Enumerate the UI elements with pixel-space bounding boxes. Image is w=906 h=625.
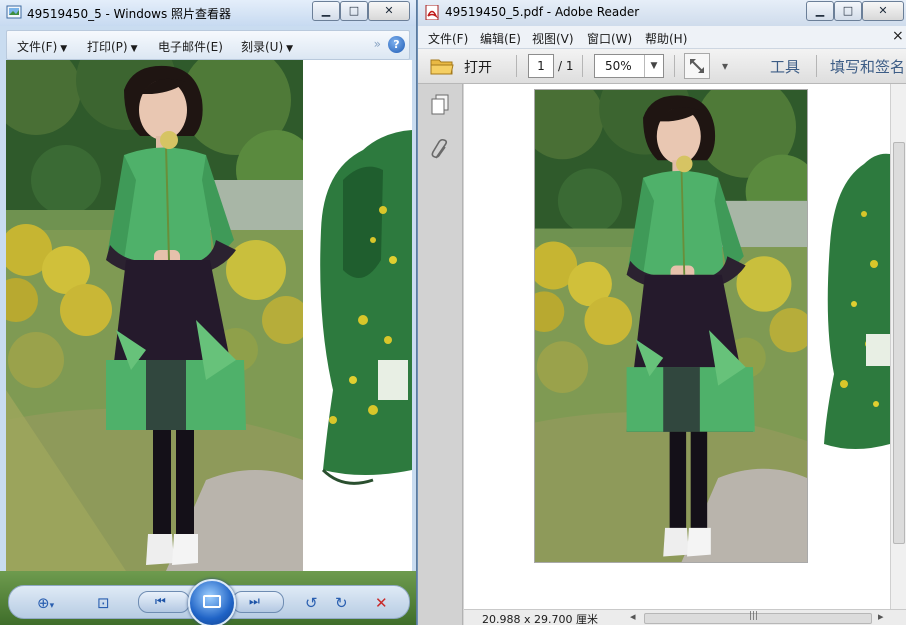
- menu-email[interactable]: 电子邮件(E): [158, 38, 223, 55]
- chevron-down-icon: ▼: [60, 44, 68, 54]
- scroll-right-icon[interactable]: ▸: [878, 610, 884, 623]
- menu-burn[interactable]: 刻录(U) ▼: [241, 38, 293, 55]
- reader-menu-view[interactable]: 视图(V): [532, 30, 574, 47]
- reader-close-button[interactable]: ✕: [862, 1, 904, 21]
- zoom-glyph: ⊕: [37, 594, 50, 612]
- reader-maximize-button[interactable]: □: [834, 1, 862, 21]
- document-view: [464, 84, 890, 609]
- zoom-select[interactable]: 50% ▼: [594, 54, 664, 78]
- open-button[interactable]: 打开: [464, 57, 492, 77]
- chevron-down-icon: ▾: [49, 601, 55, 611]
- photo-viewer-window: 49519450_5 - Windows 照片查看器 ▁ □ ✕ 文件(F) ▼ …: [0, 0, 417, 625]
- toolbar-divider: [816, 55, 817, 77]
- photo-viewer-titlebar[interactable]: 49519450_5 - Windows 照片查看器 ▁ □ ✕: [0, 0, 416, 26]
- maximize-button[interactable]: □: [340, 1, 368, 21]
- chevron-down-icon: ▼: [286, 44, 294, 54]
- menu-print[interactable]: 打印(P) ▼: [87, 38, 138, 55]
- reader-minimize-button[interactable]: ▁: [806, 1, 834, 21]
- previous-button[interactable]: ⏮: [138, 591, 190, 613]
- pdf-page-photo: [534, 89, 808, 563]
- rotate-counterclockwise-icon[interactable]: ↺: [305, 595, 318, 611]
- zoom-value: 50%: [605, 59, 632, 73]
- reader-toolbar: 打开 1 / 1 50% ▼ ▾ 工具 填写和签名: [418, 49, 906, 84]
- vertical-scrollbar[interactable]: [890, 84, 906, 609]
- minimize-button[interactable]: ▁: [312, 1, 340, 21]
- overflow-icon[interactable]: »: [374, 37, 381, 51]
- menu-print-label: 打印(P): [87, 40, 128, 54]
- close-button[interactable]: ✕: [368, 1, 410, 21]
- toolbar-divider: [674, 55, 675, 77]
- chevron-down-icon: ▼: [644, 55, 663, 77]
- reader-menubar: 文件(F) 编辑(E) 视图(V) 窗口(W) 帮助(H) ×: [418, 26, 906, 49]
- photo-viewer-app-icon: [6, 5, 22, 20]
- status-bar: 20.988 x 29.700 厘米 ◂ ||| ▸: [464, 609, 906, 625]
- page-size-label: 20.988 x 29.700 厘米: [482, 613, 598, 625]
- toolbar-divider: [516, 55, 517, 77]
- scroll-grip-icon: |||: [749, 611, 759, 621]
- scroll-left-icon[interactable]: ◂: [630, 610, 636, 623]
- adobe-reader-window: 49519450_5.pdf - Adobe Reader ▁ □ ✕ 文件(F…: [418, 0, 906, 625]
- next-button[interactable]: ⏭: [232, 591, 284, 613]
- vertical-scroll-thumb[interactable]: [893, 142, 905, 544]
- document-close-icon[interactable]: ×: [892, 28, 904, 44]
- next-icon: ⏭: [249, 594, 260, 608]
- horizontal-scroll-thumb[interactable]: |||: [644, 611, 872, 624]
- reader-menu-edit[interactable]: 编辑(E): [480, 30, 521, 47]
- painting-fragment: [814, 144, 890, 474]
- help-icon[interactable]: ?: [388, 36, 405, 53]
- more-tools-icon[interactable]: ▾: [722, 59, 728, 73]
- reader-menu-window[interactable]: 窗口(W): [587, 30, 632, 47]
- reader-titlebar[interactable]: 49519450_5.pdf - Adobe Reader ▁ □ ✕: [418, 0, 906, 26]
- photo-viewer-title: 49519450_5 - Windows 照片查看器: [27, 7, 232, 21]
- menu-burn-label: 刻录(U): [241, 40, 284, 54]
- painting-fragment: [303, 60, 412, 571]
- slideshow-button[interactable]: [188, 579, 236, 625]
- reader-title: 49519450_5.pdf - Adobe Reader: [445, 5, 640, 19]
- open-folder-icon[interactable]: [430, 57, 454, 75]
- chevron-down-icon: ▼: [130, 44, 138, 54]
- page-number-input[interactable]: 1: [528, 54, 554, 78]
- toolbar-divider: [582, 55, 583, 77]
- pages-panel-icon[interactable]: [430, 94, 450, 116]
- photo-display-area: [6, 60, 412, 571]
- rotate-clockwise-icon[interactable]: ↻: [335, 595, 348, 611]
- menu-file[interactable]: 文件(F) ▼: [17, 38, 67, 55]
- menu-file-label: 文件(F): [17, 40, 58, 54]
- tools-pane-button[interactable]: 工具: [770, 56, 800, 77]
- pdf-app-icon: [424, 5, 440, 20]
- fit-window-icon[interactable]: ⊡: [97, 595, 110, 611]
- reader-menu-help[interactable]: 帮助(H): [645, 30, 687, 47]
- photo-viewer-command-bar: 文件(F) ▼ 打印(P) ▼ 电子邮件(E) 刻录(U) ▼ » ?: [6, 30, 410, 60]
- navigation-pane: [418, 84, 463, 625]
- slideshow-icon: [203, 595, 221, 608]
- delete-icon[interactable]: ✕: [375, 595, 388, 611]
- photo-woman-garden: [6, 60, 303, 571]
- fullscreen-icon[interactable]: [684, 53, 710, 79]
- page-total: / 1: [558, 59, 574, 73]
- reader-menu-file[interactable]: 文件(F): [428, 30, 468, 47]
- attachments-icon[interactable]: [430, 138, 450, 162]
- zoom-icon[interactable]: ⊕▾: [37, 595, 54, 614]
- fill-sign-button[interactable]: 填写和签名: [830, 56, 905, 77]
- previous-icon: ⏮: [155, 594, 166, 608]
